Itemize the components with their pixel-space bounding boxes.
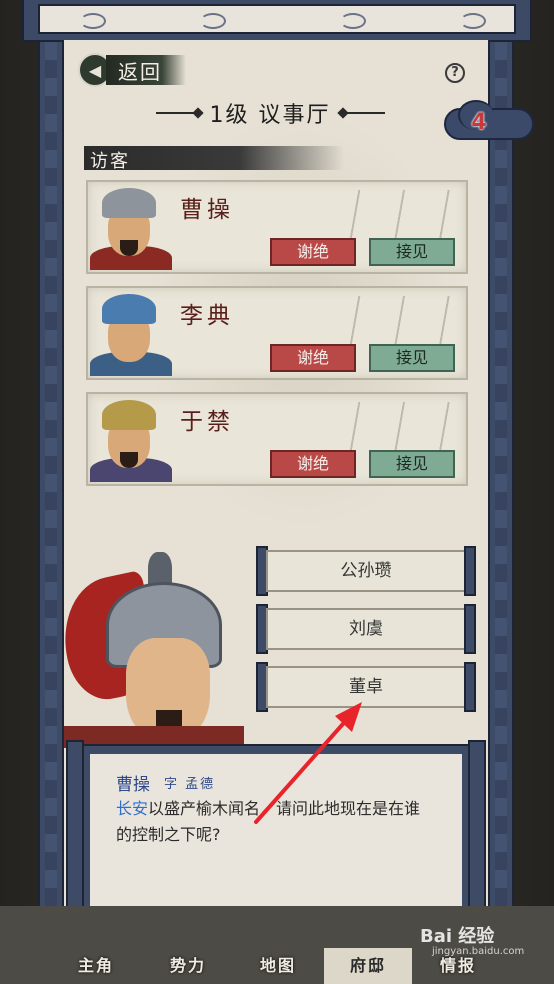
- decline-button[interactable]: 谢绝: [270, 450, 356, 478]
- answer-choice[interactable]: 刘虞: [256, 604, 476, 654]
- baidu-watermark-url: jingyan.baidu.com: [432, 946, 525, 957]
- visitor-card: 李典 谢绝 接见: [86, 286, 468, 380]
- back-button[interactable]: ◀ 返回: [78, 52, 186, 88]
- page-title-row: 1级 议事厅: [150, 96, 390, 130]
- tab-protagonist[interactable]: 主角: [52, 948, 140, 984]
- section-label: 访客: [90, 151, 130, 172]
- visitors-section-header: 访客: [84, 146, 344, 172]
- back-label: 返回: [118, 59, 162, 84]
- answer-choice[interactable]: 董卓: [256, 662, 476, 712]
- scroll-right-rod: [488, 40, 514, 910]
- question-text: 长安以盛产榆木闻名，请问此地现在是在谁的控制之下呢?: [116, 796, 436, 848]
- answer-choice-label[interactable]: 董卓: [266, 666, 466, 708]
- visitor-portrait: [90, 184, 172, 270]
- answer-choice[interactable]: 公孙瓒: [256, 546, 476, 596]
- speaker-portrait: [64, 548, 244, 748]
- badge-count: 4: [471, 110, 487, 135]
- decline-button[interactable]: 谢绝: [270, 238, 356, 266]
- question-body: 以盛产榆木闻名，请问此地现在是在谁的控制之下呢?: [116, 799, 421, 844]
- accept-button[interactable]: 接见: [369, 344, 455, 372]
- speaker-courtesy-name: 字 孟德: [164, 777, 216, 792]
- baidu-watermark: Bai 经验: [420, 926, 495, 947]
- answer-choice-label[interactable]: 刘虞: [266, 608, 466, 650]
- tab-faction[interactable]: 势力: [144, 948, 232, 984]
- place-name[interactable]: 长安: [116, 799, 148, 818]
- visitor-count-badge: 4: [444, 100, 538, 144]
- visitor-card: 于禁 谢绝 接见: [86, 392, 468, 486]
- scroll-left-rod: [38, 40, 64, 910]
- decline-button[interactable]: 谢绝: [270, 344, 356, 372]
- answer-choice-label[interactable]: 公孙瓒: [266, 550, 466, 592]
- accept-button[interactable]: 接见: [369, 450, 455, 478]
- page-title: 1级 议事厅: [209, 103, 331, 128]
- visitor-name: 李典: [180, 303, 234, 329]
- accept-button[interactable]: 接见: [369, 238, 455, 266]
- question-circle-icon[interactable]: ?: [445, 63, 465, 83]
- visitor-portrait: [90, 290, 172, 376]
- visitor-card: 曹操 谢绝 接见: [86, 180, 468, 274]
- tab-mansion[interactable]: 府邸: [324, 948, 412, 984]
- tab-map[interactable]: 地图: [234, 948, 322, 984]
- scroll-top-rod: [22, 0, 532, 42]
- visitor-name: 于禁: [180, 409, 234, 435]
- speaker-name: 曹操: [116, 775, 150, 795]
- visitor-portrait: [90, 396, 172, 482]
- title-ornament-right: [340, 112, 385, 114]
- visitor-name: 曹操: [180, 197, 234, 223]
- title-ornament-left: [155, 112, 200, 114]
